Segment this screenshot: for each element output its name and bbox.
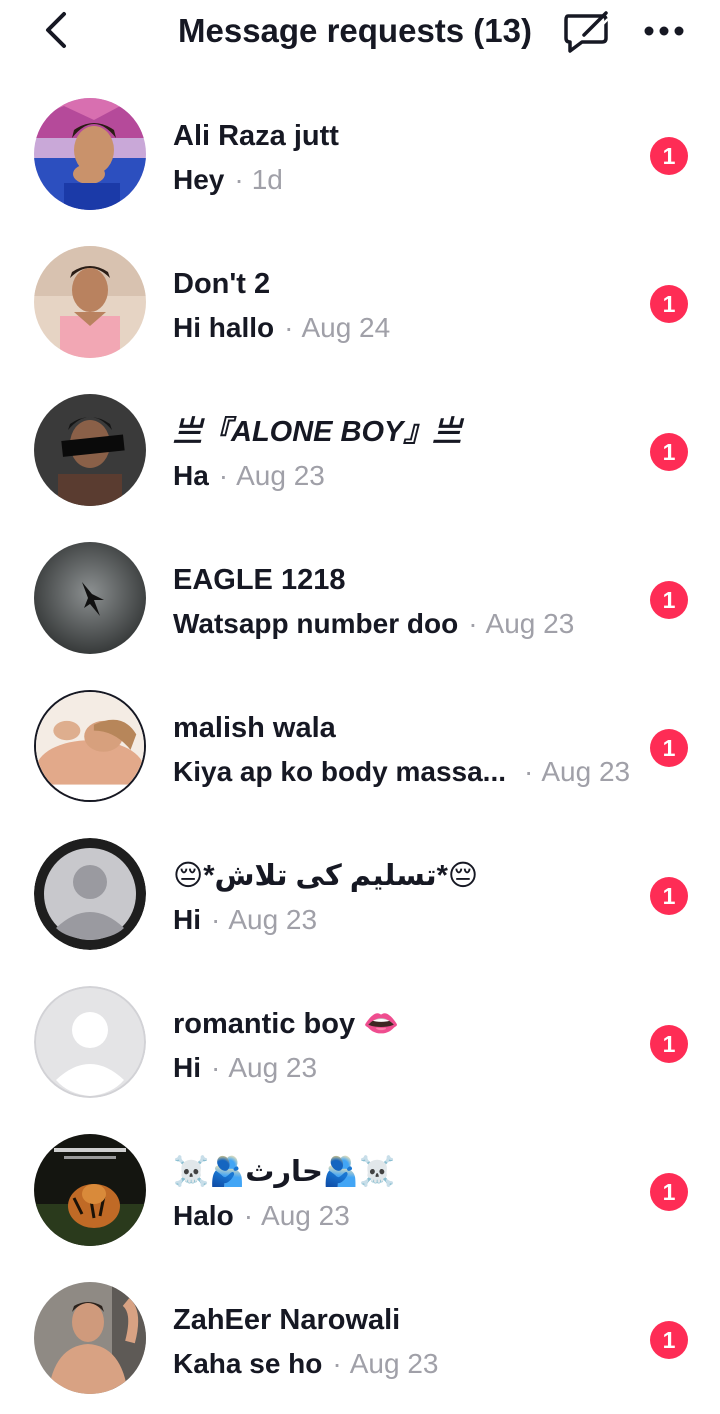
request-row[interactable]: romantic boy 👄 Hi · Aug 23 1 bbox=[0, 970, 720, 1118]
unread-badge: 1 bbox=[650, 433, 688, 471]
unread-badge: 1 bbox=[650, 877, 688, 915]
message-text: Kaha se ho bbox=[173, 1348, 323, 1379]
sender-name: 😔*تسلیم کی تلاش*😔 bbox=[173, 860, 479, 892]
request-row[interactable]: ☠️🫂حارث🫂☠️ Halo · Aug 23 1 bbox=[0, 1118, 720, 1266]
message-time: Aug 23 bbox=[228, 904, 318, 935]
unread-badge: 1 bbox=[650, 729, 688, 767]
page-title: Message requests (13) bbox=[178, 12, 532, 49]
sender-name: Don't 2 bbox=[173, 268, 271, 300]
message-text: Halo bbox=[173, 1200, 234, 1231]
request-row[interactable]: EAGLE 1218 Watsapp number doo · Aug 23 1 bbox=[0, 526, 720, 674]
message-preview: Hi · Aug 23 bbox=[173, 902, 317, 938]
message-time: Aug 23 bbox=[485, 608, 575, 639]
message-time: Aug 23 bbox=[236, 460, 325, 491]
message-preview: Watsapp number doo · Aug 23 bbox=[173, 606, 574, 642]
avatar[interactable] bbox=[34, 1282, 146, 1394]
more-horizontal-icon bbox=[644, 26, 684, 36]
more-options-button[interactable] bbox=[638, 12, 690, 50]
sender-name: romantic boy 👄 bbox=[173, 1008, 400, 1040]
message-preview: Hi · Aug 23 bbox=[173, 1050, 317, 1086]
message-text: Hi bbox=[173, 904, 201, 935]
avatar[interactable] bbox=[34, 1134, 146, 1246]
message-text: Ha bbox=[173, 460, 209, 491]
message-preview: Kiya ap ko body massa... · Aug 23 bbox=[173, 754, 630, 790]
avatar[interactable] bbox=[34, 986, 146, 1098]
message-text: Kiya ap ko body massa... bbox=[173, 756, 507, 787]
sender-name: EAGLE 1218 bbox=[173, 564, 346, 596]
dot-separator: · bbox=[211, 1052, 221, 1083]
dot-separator: · bbox=[243, 1200, 254, 1231]
sender-name: ZahEer Narowali bbox=[173, 1304, 401, 1336]
header-bar: Message requests (13) bbox=[0, 0, 720, 62]
dot-separator: · bbox=[234, 164, 244, 195]
message-preview: Ha · Aug 23 bbox=[173, 458, 325, 494]
request-row[interactable]: Ali Raza jutt Hey · 1d 1 bbox=[0, 82, 720, 230]
comment-settings-button[interactable] bbox=[560, 6, 612, 56]
message-requests-list: Ali Raza jutt Hey · 1d 1 Don't 2 Hi hallo ·… bbox=[0, 82, 720, 1414]
request-row[interactable]: Don't 2 Hi hallo · Aug 24 1 bbox=[0, 230, 720, 378]
sender-name: 亗『ALONE BOY』亗 bbox=[173, 416, 462, 448]
dot-separator: · bbox=[284, 312, 294, 343]
message-preview: Kaha se ho · Aug 23 bbox=[173, 1346, 438, 1382]
unread-badge: 1 bbox=[650, 1173, 688, 1211]
message-time: 1d bbox=[251, 164, 283, 195]
avatar[interactable] bbox=[34, 690, 146, 802]
message-time: Aug 23 bbox=[261, 1200, 350, 1231]
message-text: Hey bbox=[173, 164, 225, 195]
request-row[interactable]: 😔*تسلیم کی تلاش*😔 Hi · Aug 23 1 bbox=[0, 822, 720, 970]
dot-separator: · bbox=[218, 460, 229, 491]
unread-badge: 1 bbox=[650, 581, 688, 619]
avatar[interactable] bbox=[34, 838, 146, 950]
sender-name: Ali Raza jutt bbox=[173, 120, 339, 152]
sender-name: malish wala bbox=[173, 712, 336, 744]
sender-name: ☠️🫂حارث🫂☠️ bbox=[173, 1156, 396, 1188]
unread-badge: 1 bbox=[650, 137, 688, 175]
message-preview: Hey · 1d bbox=[173, 162, 283, 198]
message-time: Aug 24 bbox=[301, 312, 391, 343]
dot-separator: · bbox=[211, 904, 221, 935]
message-text: Hi hallo bbox=[173, 312, 275, 343]
message-text: Hi bbox=[173, 1052, 201, 1083]
unread-badge: 1 bbox=[650, 1025, 688, 1063]
avatar[interactable] bbox=[34, 394, 146, 506]
comment-off-icon bbox=[564, 11, 609, 53]
message-time: Aug 23 bbox=[228, 1052, 318, 1083]
request-row[interactable]: 亗『ALONE BOY』亗 Ha · Aug 23 1 bbox=[0, 378, 720, 526]
unread-badge: 1 bbox=[650, 1321, 688, 1359]
dot-separator: · bbox=[524, 756, 534, 787]
dot-separator: · bbox=[332, 1348, 342, 1379]
chevron-left-icon bbox=[46, 12, 66, 48]
message-preview: Halo · Aug 23 bbox=[173, 1198, 350, 1234]
message-time: Aug 23 bbox=[349, 1348, 439, 1379]
avatar[interactable] bbox=[34, 98, 146, 210]
message-preview: Hi hallo · Aug 24 bbox=[173, 310, 390, 346]
unread-badge: 1 bbox=[650, 285, 688, 323]
avatar[interactable] bbox=[34, 246, 146, 358]
back-button[interactable] bbox=[36, 8, 76, 52]
message-time: Aug 23 bbox=[541, 756, 631, 787]
request-row[interactable]: ZahEer Narowali Kaha se ho · Aug 23 1 bbox=[0, 1266, 720, 1414]
avatar[interactable] bbox=[34, 542, 146, 654]
dot-separator: · bbox=[468, 608, 478, 639]
request-row[interactable]: malish wala Kiya ap ko body massa... · Aug… bbox=[0, 674, 720, 822]
message-text: Watsapp number doo bbox=[173, 608, 459, 639]
